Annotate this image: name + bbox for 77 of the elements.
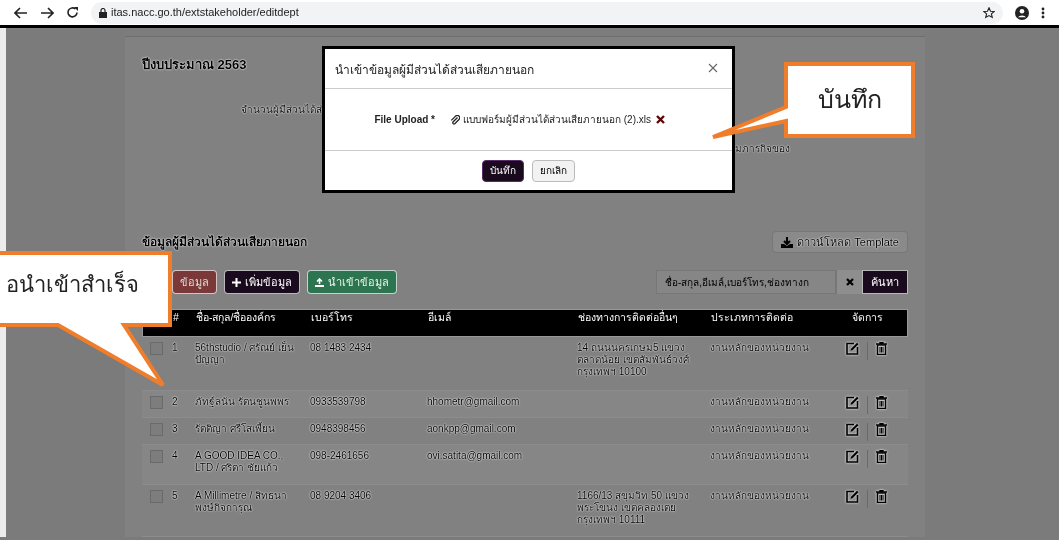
delete-button[interactable]: ข้อมูล <box>172 270 217 294</box>
table-cell: ภัทฐ์ลนัน รัตนชูนพพร <box>195 396 289 407</box>
close-icon <box>845 278 854 286</box>
table-cell: 0933539798 <box>310 396 366 407</box>
download-icon <box>781 236 794 248</box>
table-cell: aonkpp@gmail.com <box>427 423 516 434</box>
table-cell: ovi.satita@gmail.com <box>427 450 523 461</box>
table-cell: งานหลักของหน่วยงาน <box>710 396 809 407</box>
table-cell: 56thstudio / ศรัณย์ เย็นปัญญา <box>195 342 295 365</box>
trash-icon[interactable] <box>876 450 887 463</box>
star-icon[interactable] <box>983 6 995 19</box>
table-cell: 3 <box>172 423 178 434</box>
table-cell: งานหลักของหน่วยงาน <box>710 490 809 501</box>
column-header: อีเมล์ <box>428 310 452 325</box>
edit-icon[interactable] <box>846 342 859 355</box>
field-label: File Upload * <box>373 113 436 127</box>
table-cell: 098-2461656 <box>310 450 369 461</box>
reload-icon[interactable] <box>66 6 79 19</box>
profile-icon[interactable] <box>1015 5 1029 20</box>
search-field[interactable]: ชื่อ-สกุล,อีเมล์,เบอร์โทร,ช่องทางก <box>656 270 836 294</box>
search-button[interactable]: ค้นหา <box>862 270 908 294</box>
table-cell: 5 <box>172 490 178 501</box>
field-label: จำนวนผู้มีส่วนได้ส่ <box>241 103 322 117</box>
column-header: ชื่อ-สกุล/ชื่อองค์กร <box>196 310 278 326</box>
forward-icon[interactable] <box>40 6 54 19</box>
edit-icon[interactable] <box>846 423 859 436</box>
table-cell: 1 <box>172 342 178 353</box>
table-cell: 14 ถนนนครเกษม5 แขวงตลาดน้อย เขตสัมพันธ์วงศ์ กรุงเทพฯ 10100 <box>577 342 689 377</box>
table-cell: hhometr@gmail.com <box>427 396 520 407</box>
callout-text: บันทึก <box>817 84 883 114</box>
trash-icon[interactable] <box>876 396 887 409</box>
edit-icon[interactable] <box>846 396 859 409</box>
lock-icon <box>99 7 107 18</box>
table-cell: งานหลักของหน่วยงาน <box>710 450 809 461</box>
table-cell: 08 9204 3406 <box>310 490 372 501</box>
table-cell: งานหลักของหน่วยงาน <box>710 342 809 353</box>
clear-button[interactable] <box>836 270 862 294</box>
field-label: มภารกิจของ <box>735 143 790 154</box>
trash-icon[interactable] <box>876 342 887 355</box>
table-cell: 08 1483 2434 <box>310 342 372 353</box>
column-header: จัดการ <box>851 310 884 325</box>
add-button[interactable]: เพิ่มข้อมูล <box>224 270 300 294</box>
edit-icon[interactable] <box>846 450 859 463</box>
table-cell: 0948398456 <box>310 423 366 434</box>
row-checkbox[interactable] <box>150 396 163 409</box>
menu-icon[interactable] <box>1041 6 1045 19</box>
column-header: เบอร์โทร <box>311 310 354 325</box>
remove-file-icon[interactable] <box>656 115 665 124</box>
save-button[interactable]: บันทึก <box>482 159 524 182</box>
modal-title: นำเข้าข้อมูลผู้มีส่วนได้ส่วนเสียภายนอก <box>335 62 534 79</box>
import-button[interactable]: นำเข้าข้อมูล <box>307 270 397 294</box>
upload-icon <box>315 277 324 287</box>
address-bar[interactable]: itas.nacc.go.th/extstakeholder/editdept <box>91 1 1003 24</box>
column-header: ประเภทการติดต่อ <box>711 310 794 325</box>
page-heading: ปีงบประมาณ 2563 <box>142 55 247 74</box>
row-checkbox[interactable] <box>150 450 163 463</box>
file-name: แบบฟอร์มผู้มีส่วนได้ส่วนเสียภายนอก (2).xls <box>463 113 651 127</box>
edit-icon[interactable] <box>846 490 859 503</box>
trash-icon[interactable] <box>876 423 887 436</box>
close-icon[interactable] <box>708 63 718 73</box>
download-template-button[interactable]: ดาวน์โหลด Template <box>772 231 908 253</box>
trash-icon[interactable] <box>876 490 887 503</box>
plus-icon <box>232 277 241 287</box>
table-cell: 1166/13 สุขุมวิท 50 แขวงพระโขนง เขตคลองเตย กรุงเทพฯ 10111 <box>577 490 689 525</box>
table-cell: 2 <box>172 396 178 407</box>
cancel-button[interactable]: ยกเลิก <box>532 159 575 182</box>
table-cell: รัตติญา ศรีโสเพี้ยน <box>195 423 275 434</box>
section-title: ข้อมูลผู้มีส่วนได้ส่วนเสียภายนอก <box>142 234 307 251</box>
column-header: # <box>173 310 180 325</box>
table-cell: งานหลักของหน่วยงาน <box>710 423 809 434</box>
paperclip-icon <box>450 114 460 125</box>
table-cell: 4 <box>172 450 178 461</box>
url-text: itas.nacc.go.th/extstakeholder/editdept <box>111 5 299 21</box>
table-cell: A GOOD IDEA CO., LTD / ศริตา ชัยแก้ว <box>195 450 284 473</box>
callout-text: อนำเข้าสำเร็จ <box>6 270 139 299</box>
back-icon[interactable] <box>14 6 28 19</box>
column-header: ช่องทางการติดต่ออื่นๆ <box>578 310 679 325</box>
